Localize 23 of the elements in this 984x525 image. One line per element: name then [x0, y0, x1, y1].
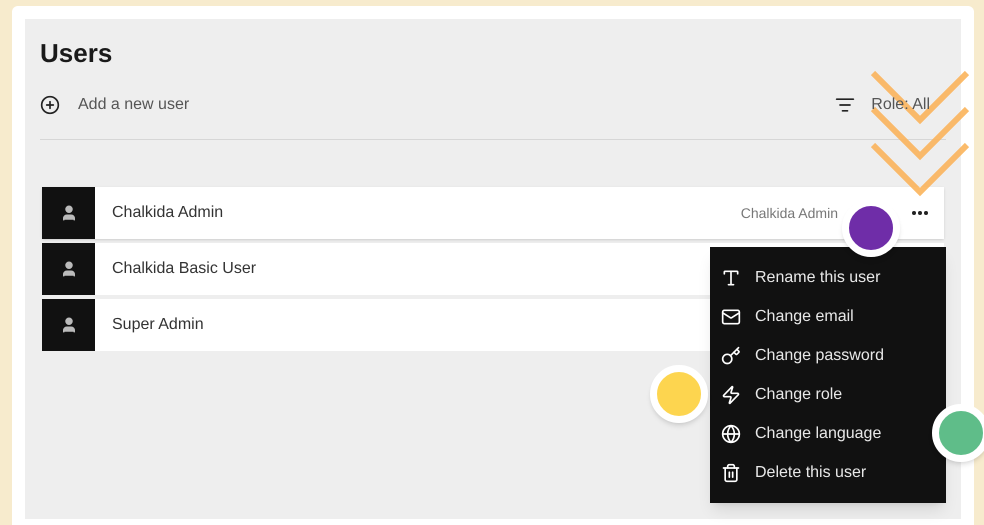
user-name: Chalkida Admin	[112, 203, 224, 223]
user-name: Super Admin	[112, 315, 204, 335]
user-row[interactable]: Chalkida Admin Chalkida Admin	[42, 187, 944, 239]
avatar-icon	[42, 243, 95, 295]
key-icon	[721, 346, 741, 366]
menu-item[interactable]: Change language	[721, 414, 882, 453]
avatar-icon	[42, 299, 95, 351]
mail-icon	[721, 306, 741, 326]
menu-item[interactable]: Change role	[721, 375, 842, 414]
menu-item[interactable]: Delete this user	[721, 453, 866, 492]
add-icon	[40, 95, 60, 115]
page-title: Users	[40, 37, 112, 69]
user-role: Chalkida Admin	[740, 204, 838, 222]
menu-item[interactable]: Change email	[721, 297, 854, 336]
more-icon	[912, 211, 928, 215]
add-user-button[interactable]: Add a new user	[40, 93, 190, 117]
text-size-icon	[721, 268, 741, 288]
avatar-icon	[42, 187, 95, 239]
user-name: Chalkida Basic User	[112, 259, 256, 279]
globe-icon	[721, 424, 741, 444]
trash-icon	[721, 462, 741, 482]
lightning-icon	[721, 384, 741, 404]
menu-item[interactable]: Rename this user	[721, 258, 880, 297]
